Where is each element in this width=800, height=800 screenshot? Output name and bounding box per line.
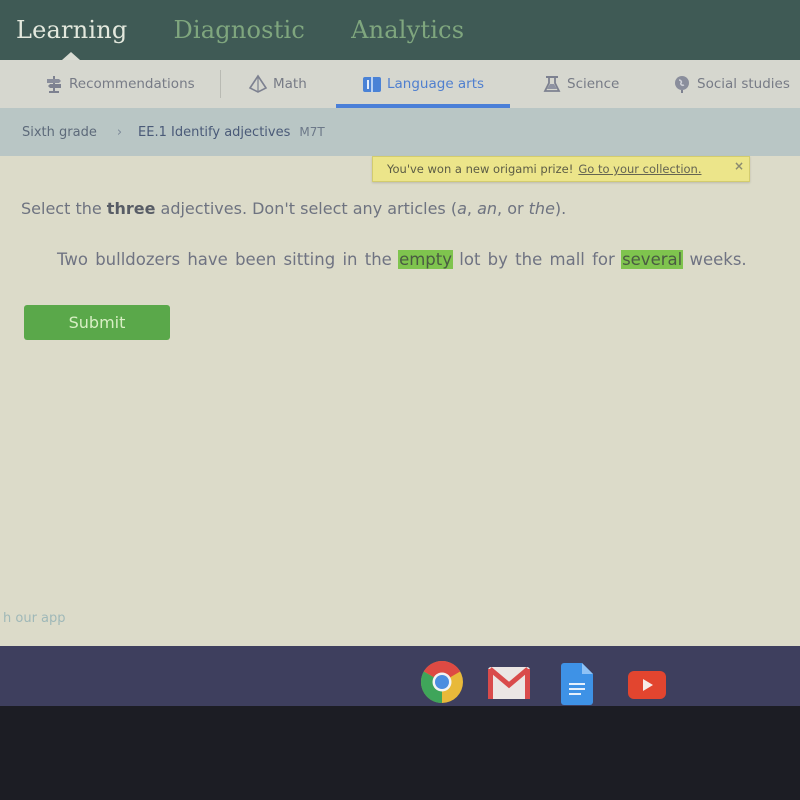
article-the: the [528, 199, 555, 218]
word-token[interactable]: mall [549, 250, 586, 269]
screen-bezel [0, 706, 800, 800]
word-token[interactable]: by [487, 250, 509, 269]
word-token[interactable]: bulldozers [94, 250, 181, 269]
tab-label: Language arts [387, 76, 485, 92]
close-icon[interactable]: × [734, 159, 744, 173]
skill-code: M7T [299, 125, 325, 139]
screen: Learning Diagnostic Analytics Recommenda… [0, 0, 800, 800]
collection-link[interactable]: Go to your collection. [578, 162, 701, 176]
tab-label: Science [567, 76, 620, 92]
word-token[interactable]: several [621, 250, 684, 269]
word-token[interactable]: in [341, 250, 358, 269]
word-token[interactable]: have [186, 250, 229, 269]
word-token[interactable]: been [234, 250, 277, 269]
pyramid-icon [248, 74, 268, 94]
submit-button[interactable]: Submit [24, 305, 170, 340]
app-link[interactable]: h our app [3, 611, 66, 626]
breadcrumb-grade[interactable]: Sixth grade [22, 125, 97, 140]
word-token[interactable]: lot [458, 250, 481, 269]
tab-label: Social studies [697, 76, 790, 92]
breadcrumb: Sixth grade › EE.1 Identify adjectives M… [0, 108, 800, 156]
chrome-icon[interactable] [420, 660, 464, 708]
instruction: Select the three adjectives. Don't selec… [21, 199, 566, 218]
word-token[interactable]: weeks. [688, 250, 747, 269]
tab-label: Math [273, 76, 307, 92]
word-token[interactable]: for [591, 250, 616, 269]
word-token[interactable]: sitting [283, 250, 337, 269]
article-a: a [457, 199, 467, 218]
prize-message: You've won a new origami prize! [387, 162, 574, 176]
breadcrumb-skill: EE.1 Identify adjectives [138, 124, 291, 140]
subject-tabs: Recommendations Math Language arts Scien… [0, 60, 800, 108]
question-area: You've won a new origami prize! Go to yo… [0, 156, 800, 646]
nav-analytics[interactable]: Analytics [351, 16, 464, 44]
nav-diagnostic[interactable]: Diagnostic [173, 16, 305, 44]
word-token[interactable]: Two [56, 250, 89, 269]
breadcrumb-separator: › [116, 124, 123, 140]
instruction-text: , [466, 199, 478, 218]
instruction-emphasis: three [106, 199, 156, 218]
instruction-text: Select the [21, 199, 107, 218]
tab-science[interactable]: Science [542, 60, 619, 108]
tab-social-studies[interactable]: Social studies [672, 60, 790, 108]
book-icon [362, 74, 382, 94]
prize-notification: You've won a new origami prize! Go to yo… [372, 156, 750, 182]
instruction-text: , or [497, 199, 529, 218]
active-nav-caret [62, 52, 80, 60]
signpost-icon [44, 74, 64, 94]
top-nav: Learning Diagnostic Analytics [0, 0, 800, 60]
youtube-icon[interactable] [628, 671, 666, 703]
nav-learning[interactable]: Learning [16, 16, 127, 44]
gmail-icon[interactable] [487, 666, 531, 704]
tab-label: Recommendations [69, 76, 195, 92]
instruction-text: ). [554, 199, 567, 218]
tab-language-arts[interactable]: Language arts [336, 60, 511, 108]
docs-icon[interactable] [561, 663, 593, 709]
globe-icon [672, 74, 692, 94]
tab-recommendations[interactable]: Recommendations [44, 60, 195, 108]
word-token[interactable]: empty [398, 250, 454, 269]
article-an: an [477, 199, 498, 218]
sentence: Two bulldozers have been sitting in the … [56, 250, 748, 269]
tab-divider [220, 70, 221, 98]
tab-math[interactable]: Math [248, 60, 307, 108]
word-token[interactable]: the [364, 250, 393, 269]
flask-icon [542, 74, 562, 94]
word-token[interactable]: the [514, 250, 543, 269]
instruction-text: adjectives. Don't select any articles ( [155, 199, 458, 218]
taskbar-shelf [0, 646, 800, 711]
